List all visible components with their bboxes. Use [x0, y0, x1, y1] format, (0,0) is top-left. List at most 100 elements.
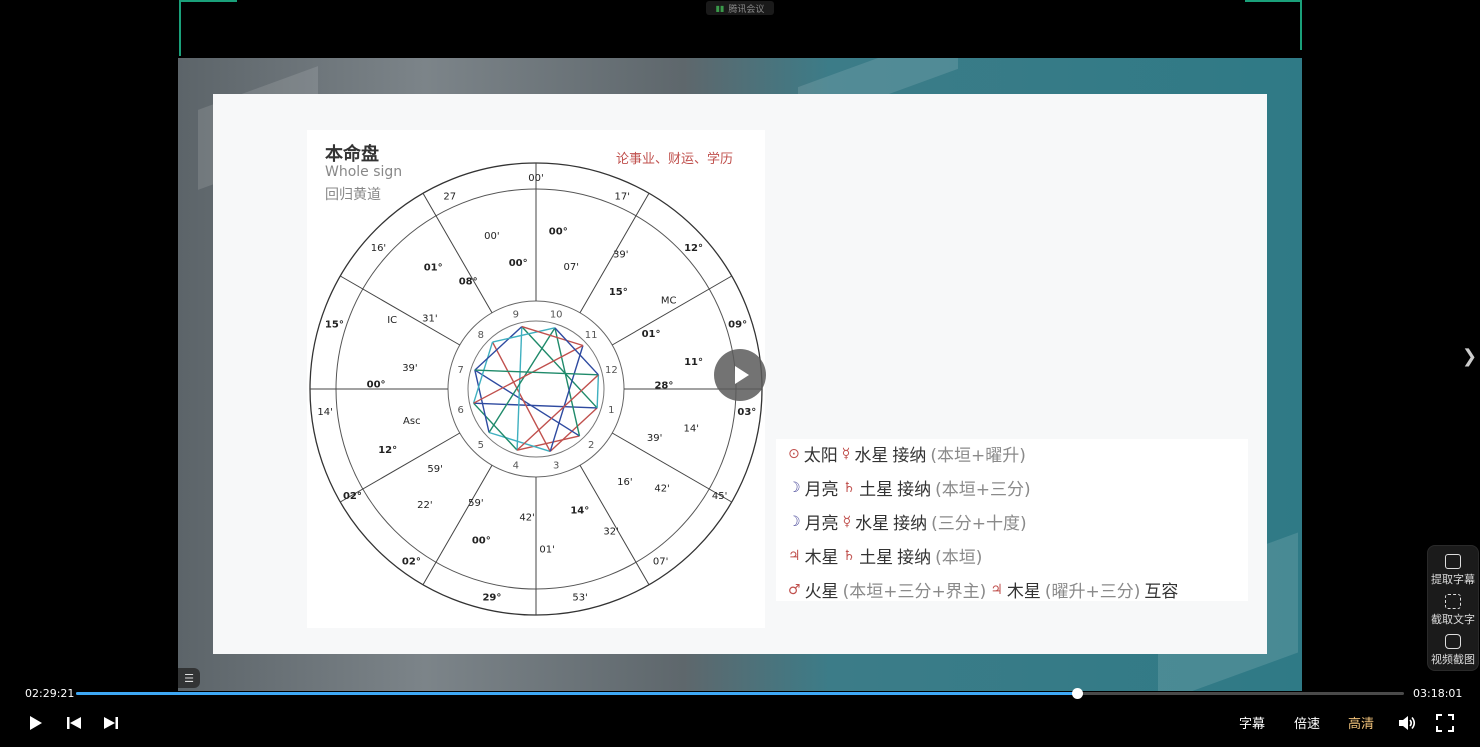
quality-button[interactable]: 高清: [1348, 713, 1374, 732]
center-play-button[interactable]: [714, 349, 766, 401]
playlist-toggle[interactable]: ☰: [178, 668, 200, 688]
planet-name: 太阳: [803, 446, 838, 466]
chart-degree-label: 15°: [609, 287, 628, 298]
house-number: 6: [457, 405, 463, 416]
reception-type: 接纳: [897, 548, 932, 568]
chart-degree-label: 42': [654, 484, 669, 495]
chart-degree-label: 45': [712, 491, 727, 502]
natal-chart-card: 本命盘 Whole sign 回归黄道 论事业、财运、学历 1234567891…: [307, 130, 765, 628]
reception-row: ♃ 木星 ♄ 土星 接纳 (本垣): [788, 543, 983, 569]
planet-name: 月亮: [804, 514, 839, 534]
speed-button[interactable]: 倍速: [1294, 713, 1320, 732]
chart-degree-label: 02°: [343, 491, 362, 502]
house-cusp-line: [611, 275, 732, 346]
progress-bar[interactable]: [76, 688, 1404, 699]
frame-corner: [179, 0, 237, 2]
subtitle-button[interactable]: 字幕: [1239, 713, 1265, 732]
chart-degree-label: 02°: [402, 557, 421, 568]
previous-button[interactable]: [63, 712, 85, 734]
house-number: 9: [513, 310, 519, 321]
next-button[interactable]: [100, 712, 122, 734]
house-number: 12: [605, 365, 618, 376]
chart-degree-label: 15°: [325, 319, 344, 330]
extract-subtitle-button[interactable]: 提取字幕: [1428, 554, 1478, 587]
reception-type: 接纳: [892, 446, 927, 466]
reception-row: ☽ 月亮 ♄ 土星 接纳 (本垣+三分): [788, 475, 1031, 501]
volume-button[interactable]: [1396, 712, 1418, 734]
planet-symbol-icon: ♄: [842, 547, 856, 564]
chart-degree-label: Asc: [403, 416, 421, 427]
planet-name: 木星: [804, 548, 839, 568]
reception-row: ♂ 火星 (本垣+三分+界主) ♃ 木星 (曜升+三分) 互容: [788, 577, 1179, 603]
chart-degree-label: 27: [443, 191, 456, 202]
planet-symbol-icon: ♃: [788, 547, 801, 564]
chart-degree-label: MC: [661, 296, 677, 307]
reception-note: (本垣+三分): [935, 480, 1031, 500]
house-number: 4: [513, 460, 519, 471]
house-number: 10: [550, 310, 563, 321]
chart-degree-label: 29°: [482, 592, 501, 603]
total-time: 03:18:01: [1413, 687, 1463, 700]
planet-name: 土星: [859, 480, 894, 500]
chart-degree-label: 42': [519, 513, 534, 524]
chart-degree-label: 01°: [642, 329, 661, 340]
reception-note: (曜升+三分): [1044, 582, 1141, 602]
screenshot-label: 视频截图: [1431, 653, 1475, 666]
frame-corner: [1245, 0, 1302, 2]
play-icon: [30, 716, 42, 730]
play-button[interactable]: [25, 712, 47, 734]
planet-symbol-icon: ♃: [990, 581, 1003, 598]
volume-icon: [1399, 716, 1416, 730]
reception-list: ⊙ 太阳 ☿ 水星 接纳 (本垣+曜升) ☽ 月亮 ♄ 土星 接纳 (本垣+三分) ☽ 月亮 ☿ 水星 接纳 (三…: [776, 439, 1248, 603]
chart-degree-label: 12°: [684, 243, 703, 254]
chart-degree-label: 09°: [728, 319, 747, 330]
reception-row: ⊙ 太阳 ☿ 水星 接纳 (本垣+曜升): [788, 441, 1026, 467]
planet-symbol-icon: ♂: [788, 581, 801, 598]
screenshot-button[interactable]: 视频截图: [1428, 634, 1478, 667]
capture-text-icon: [1445, 594, 1461, 609]
chart-degree-label: 01°: [424, 262, 443, 273]
planet-symbol-icon: ☽: [788, 479, 801, 496]
reception-type: 接纳: [893, 514, 928, 534]
chart-degree-label: 14°: [570, 505, 589, 516]
house-cusp-line: [422, 193, 493, 314]
house-cusp-line: [579, 464, 650, 585]
fullscreen-icon: [1436, 714, 1454, 732]
chart-degree-label: 16': [617, 477, 632, 488]
frame-corner: [1300, 0, 1302, 50]
chart-degree-label: 39': [402, 363, 417, 374]
progress-handle[interactable]: [1072, 688, 1084, 699]
reception-note: (本垣): [935, 548, 983, 568]
chart-degree-label: 14': [684, 424, 699, 435]
next-panel-arrow-icon[interactable]: ❯: [1462, 346, 1477, 367]
play-icon: [735, 366, 749, 384]
house-cusp-line: [340, 275, 461, 346]
capture-text-button[interactable]: 截取文字: [1428, 594, 1478, 627]
progress-fill: [76, 692, 1078, 695]
chart-degree-label: 22': [417, 500, 432, 511]
house-number: 8: [478, 330, 484, 341]
chart-degree-label: 00': [484, 231, 499, 242]
chart-degree-label: 08°: [459, 276, 478, 287]
chart-degree-label: 53': [572, 592, 587, 603]
planet-name: 火星: [804, 582, 839, 602]
planet-symbol-icon: ♄: [842, 479, 856, 496]
chart-degree-label: 59': [468, 498, 483, 509]
house-number: 3: [553, 460, 559, 471]
chart-degree-label: 00°: [549, 227, 568, 238]
reception-type: 互容: [1144, 582, 1179, 602]
chart-degree-label: 00': [528, 173, 543, 184]
chart-degree-label: 12°: [378, 445, 397, 456]
chart-degree-label: 39': [613, 249, 628, 260]
planet-symbol-icon: ⊙: [788, 445, 800, 462]
house-number: 11: [585, 330, 598, 341]
chart-degree-label: IC: [387, 315, 397, 326]
signal-icon: ▮▮: [715, 3, 725, 13]
chart-degree-label: 28°: [654, 381, 673, 392]
chart-degree-label: 00°: [367, 379, 386, 390]
planet-name: 月亮: [804, 480, 839, 500]
reception-row: ☽ 月亮 ☿ 水星 接纳 (三分+十度): [788, 509, 1027, 535]
fullscreen-button[interactable]: [1434, 712, 1456, 734]
chart-degree-label: 07': [564, 262, 579, 273]
house-number: 7: [457, 365, 463, 376]
